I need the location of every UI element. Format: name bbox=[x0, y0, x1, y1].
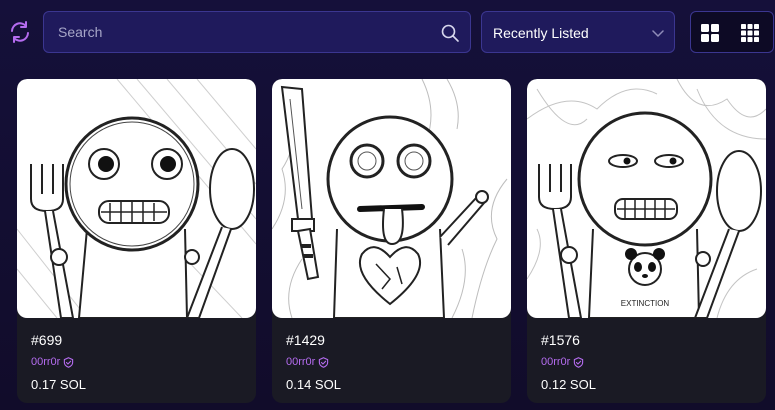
verified-badge-icon bbox=[64, 356, 74, 368]
nft-card[interactable]: #699 00rr0r 0.17 SOL bbox=[17, 79, 256, 403]
nft-image bbox=[272, 79, 511, 318]
creator-name: 00rr0r bbox=[286, 356, 316, 368]
nft-price: 0.17 SOL bbox=[31, 377, 86, 392]
nft-image bbox=[17, 79, 256, 318]
nft-card[interactable]: EXTINCTION #1576 00rr0r 0.12 SOL bbox=[527, 79, 766, 403]
sort-dropdown-label: Recently Listed bbox=[493, 25, 589, 41]
shirt-text: EXTINCTION bbox=[621, 299, 670, 308]
view-toggle bbox=[690, 11, 774, 53]
creator-link[interactable]: 00rr0r bbox=[31, 356, 74, 368]
chevron-down-icon bbox=[652, 30, 664, 37]
creator-link[interactable]: 00rr0r bbox=[541, 356, 584, 368]
creator-name: 00rr0r bbox=[31, 356, 61, 368]
verified-badge-icon bbox=[319, 356, 329, 368]
creator-link[interactable]: 00rr0r bbox=[286, 356, 329, 368]
marketplace-page: Recently Listed bbox=[0, 0, 775, 410]
grid-large-icon[interactable] bbox=[700, 23, 720, 43]
nft-title: #699 bbox=[31, 332, 63, 348]
search-box bbox=[43, 11, 471, 53]
search-input[interactable] bbox=[44, 12, 470, 52]
nft-title: #1576 bbox=[541, 332, 580, 348]
refresh-icon[interactable] bbox=[8, 20, 32, 44]
grid-small-icon[interactable] bbox=[740, 23, 760, 43]
nft-price: 0.12 SOL bbox=[541, 377, 596, 392]
creator-name: 00rr0r bbox=[541, 356, 571, 368]
nft-image: EXTINCTION bbox=[527, 79, 766, 318]
nft-card[interactable]: #1429 00rr0r 0.14 SOL bbox=[272, 79, 511, 403]
nft-price: 0.14 SOL bbox=[286, 377, 341, 392]
sort-dropdown[interactable]: Recently Listed bbox=[481, 11, 675, 53]
nft-title: #1429 bbox=[286, 332, 325, 348]
search-icon[interactable] bbox=[440, 23, 460, 43]
verified-badge-icon bbox=[574, 356, 584, 368]
